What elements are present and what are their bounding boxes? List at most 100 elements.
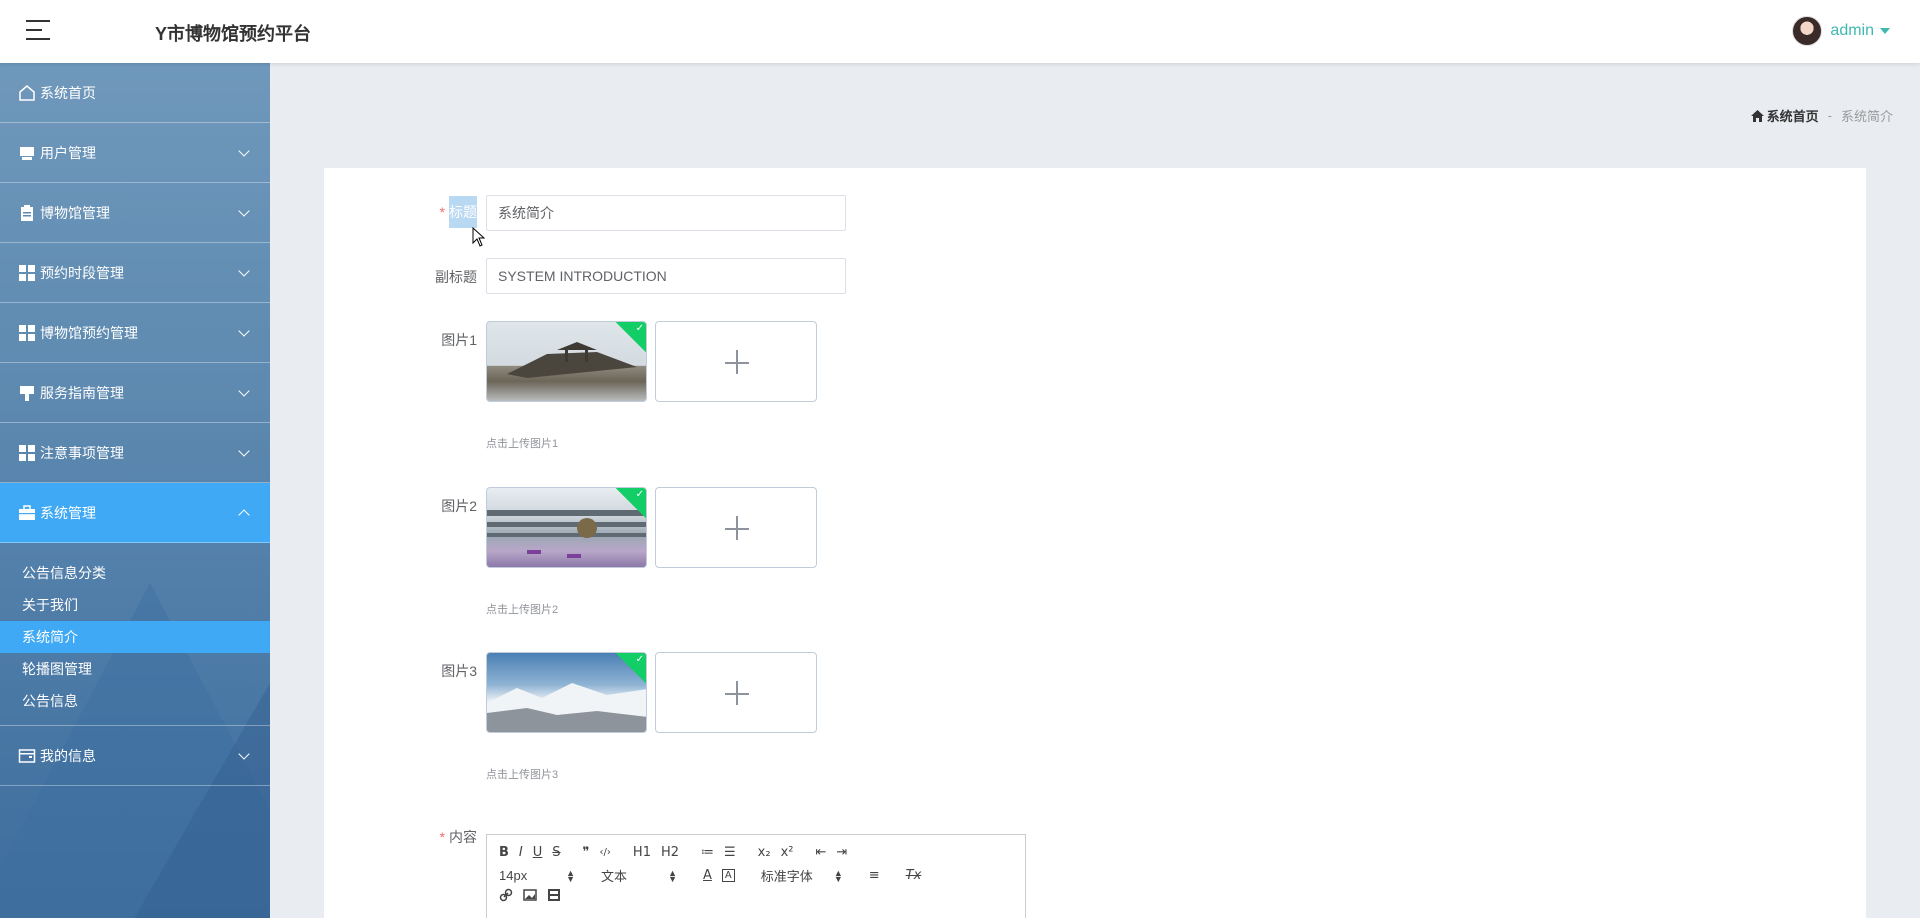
subtitle-label: 副标题 (435, 269, 477, 285)
chevron-up-icon (238, 509, 250, 521)
chevron-down-icon (238, 385, 250, 397)
desktop-icon (18, 144, 36, 162)
sidebar-item-home[interactable]: 系统首页 (0, 63, 270, 123)
app-title: Y市博物馆预约平台 (155, 24, 312, 44)
block-type-select[interactable]: 文本 ▲ ▼ (601, 866, 677, 885)
code-block-button[interactable]: ‹/› (600, 847, 611, 858)
align-button[interactable]: ≡ (869, 868, 880, 883)
video-icon[interactable] (547, 888, 561, 902)
submenu-item-notice-category[interactable]: 公告信息分类 (0, 557, 270, 589)
header2-button[interactable]: H2 (661, 845, 679, 860)
bold-button[interactable]: B (499, 845, 509, 860)
superscript-button[interactable]: x² (781, 845, 794, 860)
sidebar-item-users[interactable]: 用户管理 (0, 123, 270, 183)
image-icon[interactable] (523, 888, 537, 902)
select-arrows-icon: ▲ ▼ (566, 867, 575, 884)
sidebar-item-reservations[interactable]: 博物馆预约管理 (0, 303, 270, 363)
user-name[interactable]: admin (1830, 22, 1874, 40)
font-family-select[interactable]: 标准字体 ▲ ▼ (761, 866, 843, 885)
sidebar-item-system[interactable]: 系统管理 (0, 483, 270, 543)
sidebar-item-service-guide[interactable]: 服务指南管理 (0, 363, 270, 423)
chevron-down-icon (238, 265, 250, 277)
content-label-text: 内容 (449, 829, 477, 845)
image2-upload-button[interactable] (655, 487, 817, 568)
font-family-value: 标准字体 (760, 869, 813, 884)
clear-format-button[interactable]: Tx (906, 868, 922, 883)
sidebar: 系统首页 用户管理 博物馆管理 预约时段管理 博物馆预约管理 服务指南管理 注意… (0, 63, 270, 918)
image3-label: 图片3 (441, 663, 477, 679)
editor-toolbar-row-3 (499, 888, 571, 902)
caret-down-icon[interactable] (1880, 28, 1890, 34)
sidebar-item-museums[interactable]: 博物馆管理 (0, 183, 270, 243)
image2-label: 图片2 (441, 498, 477, 514)
underline-button[interactable]: U (533, 845, 543, 860)
sidebar-item-notices[interactable]: 注意事项管理 (0, 423, 270, 483)
image3-tip: 点击上传图片3 (486, 769, 559, 781)
italic-button[interactable]: I (519, 845, 523, 860)
image1-thumbnail[interactable] (486, 321, 647, 402)
title-input[interactable] (486, 195, 846, 231)
strike-button[interactable]: S (552, 845, 560, 860)
sidebar-item-label: 系统管理 (40, 504, 96, 521)
sidebar-item-label: 用户管理 (40, 144, 96, 161)
sidebar-item-label: 博物馆管理 (40, 204, 110, 221)
building-image (487, 510, 646, 558)
sidebar-item-timeslots[interactable]: 预约时段管理 (0, 243, 270, 303)
breadcrumb-current: 系统简介 (1840, 109, 1893, 124)
editor-toolbar-row-1: B I U S ❞ ‹/› H1 H2 ≔ ☰ x₂ x² ⇤ ⇥ (499, 845, 857, 860)
rich-text-editor[interactable]: B I U S ❞ ‹/› H1 H2 ≔ ☰ x₂ x² ⇤ ⇥ 14px ▲ ▼… (486, 834, 1026, 918)
submenu-item-notices[interactable]: 公告信息 (0, 685, 270, 717)
font-size-select[interactable]: 14px ▲ ▼ (499, 868, 575, 883)
select-arrows-icon: ▲ ▼ (833, 867, 843, 884)
indent-button[interactable]: ⇥ (836, 845, 847, 860)
image3-thumbnail[interactable] (486, 652, 647, 733)
sidebar-item-my-info[interactable]: 我的信息 (0, 726, 270, 786)
text-color-button[interactable]: A (703, 868, 712, 883)
sidebar-item-label: 博物馆预约管理 (40, 324, 138, 341)
submenu-item-carousel[interactable]: 轮播图管理 (0, 653, 270, 685)
image1-label: 图片1 (441, 332, 477, 348)
title-label: * 标题 (437, 196, 477, 228)
content-label: * 内容 (424, 827, 477, 847)
breadcrumb-home[interactable]: 系统首页 (1750, 106, 1819, 125)
link-icon[interactable] (499, 888, 513, 902)
blockquote-button[interactable]: ❞ (583, 845, 590, 860)
header1-button[interactable]: H1 (633, 845, 651, 860)
user-menu[interactable]: admin (1792, 16, 1890, 46)
subtitle-input[interactable] (486, 258, 846, 294)
ordered-list-button[interactable]: ≔ (701, 845, 714, 860)
image3-upload-button[interactable] (655, 652, 817, 733)
grid-icon (18, 444, 36, 462)
title-label-text: 标题 (449, 196, 477, 228)
outdent-button[interactable]: ⇤ (815, 845, 826, 860)
select-arrows-icon: ▲ ▼ (668, 867, 677, 884)
clipboard-icon (18, 204, 36, 222)
sidebar-item-label: 我的信息 (40, 747, 96, 764)
submenu-item-system-intro[interactable]: 系统简介 (0, 621, 270, 653)
pavilion-image (507, 342, 637, 378)
subscript-button[interactable]: x₂ (758, 845, 771, 860)
background-color-button[interactable]: A (721, 869, 735, 882)
sidebar-item-label: 注意事项管理 (40, 444, 124, 461)
bullet-list-button[interactable]: ☰ (724, 845, 736, 860)
paint-brush-icon (18, 384, 36, 402)
image2-tip: 点击上传图片2 (486, 604, 559, 616)
menu-toggle-icon[interactable] (26, 20, 50, 40)
grid-icon (18, 264, 36, 282)
home-icon (18, 84, 36, 102)
breadcrumb-home-label[interactable]: 系统首页 (1767, 106, 1819, 125)
required-mark: * (439, 829, 445, 845)
image2-thumbnail[interactable] (486, 487, 647, 568)
font-size-value: 14px (499, 868, 528, 883)
mouse-cursor-icon (472, 227, 485, 247)
wallet-icon (18, 747, 36, 765)
submenu-item-about-us[interactable]: 关于我们 (0, 589, 270, 621)
image1-upload-button[interactable] (655, 321, 817, 402)
top-header: Y市博物馆预约平台 admin (0, 0, 1920, 63)
chevron-down-icon (238, 445, 250, 457)
avatar[interactable] (1792, 16, 1823, 46)
grid-icon (18, 324, 36, 342)
chevron-down-icon (238, 748, 250, 760)
chevron-down-icon (238, 145, 250, 157)
sidebar-item-label: 系统首页 (40, 84, 96, 101)
